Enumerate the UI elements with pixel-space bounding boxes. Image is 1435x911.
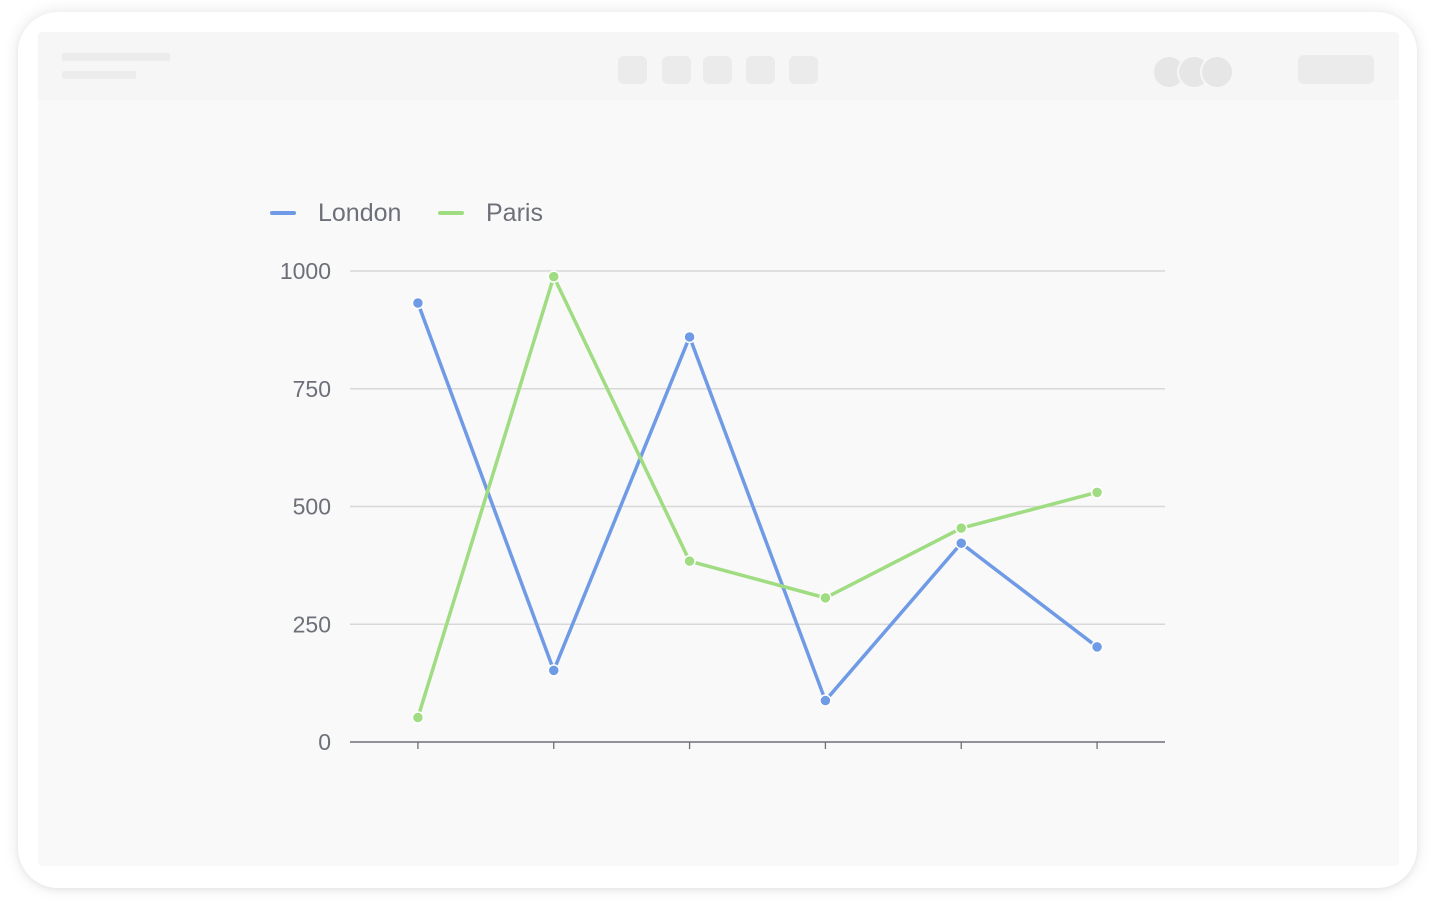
x-axis: [350, 741, 1165, 749]
data-point-london-6: [1090, 640, 1104, 654]
data-point-london-5: [955, 536, 968, 550]
data-point-paris-4: [819, 591, 832, 605]
data-point-paris-1: [411, 711, 425, 724]
data-point-london-1: [411, 296, 425, 310]
series-line-london: [416, 301, 1099, 703]
data-point-paris-5: [955, 521, 968, 535]
data-point-london-3: [683, 330, 696, 344]
y-tick-label-0: 0: [318, 729, 331, 755]
series-line-paris: [416, 274, 1099, 720]
data-point-paris-6: [1090, 486, 1104, 499]
series-points: [411, 270, 1104, 724]
y-tick-label-500: 500: [293, 494, 331, 520]
series-lines: [416, 274, 1099, 720]
line-chart: 0 250 500 750 1000: [280, 258, 1165, 755]
data-point-london-2: [547, 664, 560, 677]
y-axis-labels: 0 250 500 750 1000: [280, 258, 331, 755]
y-tick-label-1000: 1000: [280, 258, 331, 284]
data-point-paris-3: [683, 554, 696, 568]
data-point-london-4: [819, 694, 832, 707]
data-point-paris-2: [547, 270, 560, 283]
y-tick-label-250: 250: [293, 611, 331, 637]
y-tick-label-750: 750: [293, 376, 331, 402]
